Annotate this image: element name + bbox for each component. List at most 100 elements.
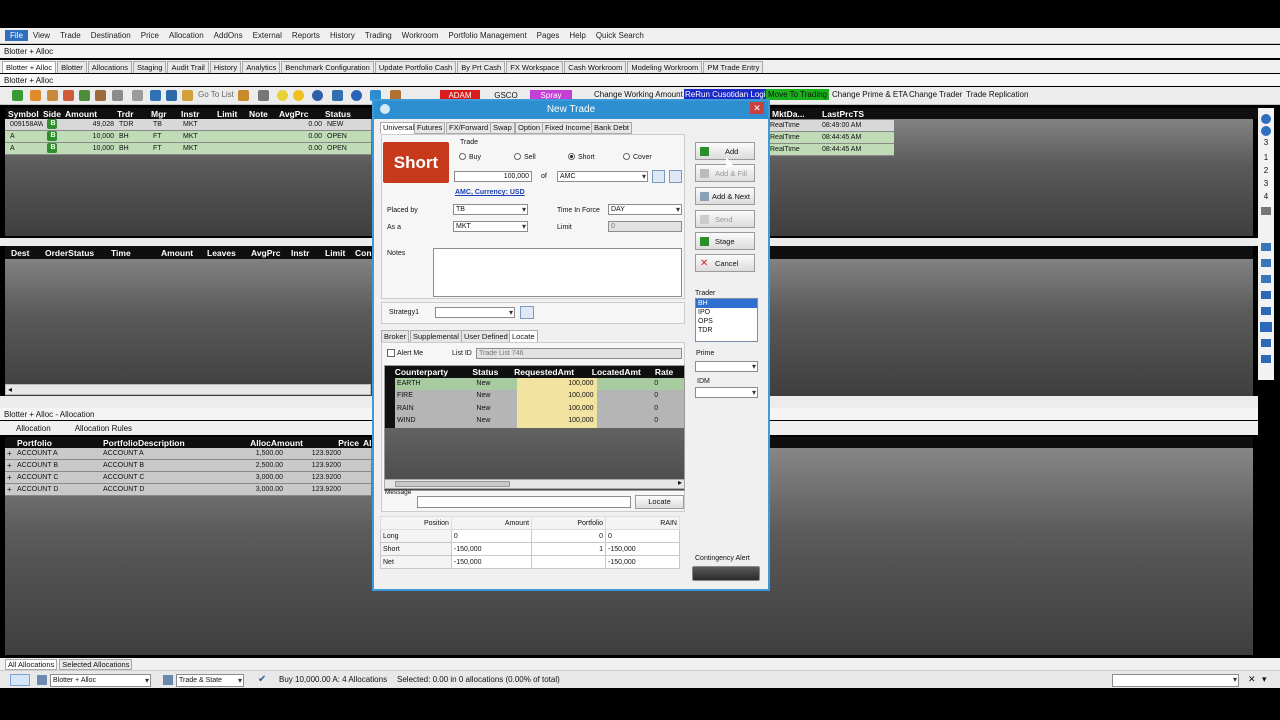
gear-green-icon[interactable] xyxy=(79,90,90,101)
tab-allocation[interactable]: Allocation xyxy=(16,424,51,433)
order-row[interactable]: A B 10,000 BH FT MKT 0.00 OPEN xyxy=(5,130,371,143)
allocation-row[interactable]: + ACCOUNT B ACCOUNT B 2,500.00 123.9200 xyxy=(5,460,371,472)
dialog-tab-universal[interactable]: Universal xyxy=(380,122,418,134)
route-col-limit[interactable]: Limit xyxy=(325,248,355,258)
change-working-amount-button[interactable]: Change Working Amount xyxy=(594,90,683,99)
panel-icon-1[interactable] xyxy=(1261,243,1271,251)
route-col-avgprc[interactable]: AvgPrc xyxy=(251,248,291,258)
locate-row[interactable]: RAIN New 100,000 0 xyxy=(385,402,684,416)
order-row[interactable]: 009158AW B 49,028 TDR TB MKT 0.00 NEW xyxy=(5,118,371,131)
menu-trade[interactable]: Trade xyxy=(55,30,86,41)
go-to-list-button[interactable]: Go To List xyxy=(198,90,234,99)
tab-12[interactable]: Modeling Workroom xyxy=(627,61,703,73)
locate-requested[interactable]: 100,000 xyxy=(517,377,597,390)
expand-icon[interactable]: + xyxy=(5,473,15,482)
alloc-col-portfoliodescription[interactable]: PortfolioDescription xyxy=(103,438,223,448)
move-to-trading-button[interactable]: Move To Trading xyxy=(766,89,829,100)
routes-scrollbar[interactable]: ◂ xyxy=(5,384,371,395)
tab-5[interactable]: History xyxy=(209,61,242,73)
menu-view[interactable]: View xyxy=(28,30,55,41)
tab-0[interactable]: Blotter + Alloc xyxy=(2,61,57,73)
send-button[interactable]: Send xyxy=(695,210,755,228)
locate-button[interactable]: Locate xyxy=(635,495,684,509)
menu-help[interactable]: Help xyxy=(564,30,590,41)
info-icon[interactable] xyxy=(312,90,323,101)
tab-all-allocations[interactable]: All Allocations xyxy=(5,659,58,670)
edit-icon[interactable] xyxy=(258,90,269,101)
trader-option[interactable]: BH xyxy=(696,299,757,308)
locate-col-requestedamt[interactable]: RequestedAmt xyxy=(514,367,592,377)
back-icon[interactable] xyxy=(351,90,362,101)
flower-icon[interactable] xyxy=(63,90,74,101)
panel-icon-2[interactable] xyxy=(1261,259,1271,267)
order-row-right[interactable]: RealTime 08:49:00 AM xyxy=(768,120,894,132)
expand-icon[interactable]: + xyxy=(5,461,15,470)
expand-icon[interactable]: + xyxy=(5,485,15,494)
menu-price[interactable]: Price xyxy=(136,30,164,41)
menu-addons[interactable]: AddOns xyxy=(209,30,248,41)
trader-option[interactable]: OPS xyxy=(696,317,757,326)
close-icon[interactable]: ✕ xyxy=(750,102,764,114)
strategy-select[interactable] xyxy=(435,307,515,318)
dialog-tab-fxforward[interactable]: FX/Forward xyxy=(446,122,492,134)
locate-scrollbar[interactable]: ▸ xyxy=(384,478,685,489)
trader-option[interactable]: IPO xyxy=(696,308,757,317)
locate-requested[interactable]: 100,000 xyxy=(517,402,597,415)
tab-6[interactable]: Analytics xyxy=(242,61,281,73)
menu-history[interactable]: History xyxy=(325,30,360,41)
locate-col-locatedamt[interactable]: LocatedAmt xyxy=(592,367,655,377)
allocation-row[interactable]: + ACCOUNT C ACCOUNT C 3,000.00 123.9200 xyxy=(5,472,371,484)
print-icon[interactable] xyxy=(132,90,143,101)
menu-external[interactable]: External xyxy=(248,30,287,41)
locate-col-rate[interactable]: Rate xyxy=(655,367,684,377)
menu-allocation[interactable]: Allocation xyxy=(164,30,209,41)
level-1[interactable]: 1 xyxy=(1258,153,1274,162)
contingency-alert-button[interactable] xyxy=(692,566,760,581)
locate-requested[interactable]: 100,000 xyxy=(517,390,597,403)
side-radio-buy[interactable]: Buy xyxy=(459,153,481,161)
trader-option[interactable]: TDR xyxy=(696,326,757,335)
refresh-icon[interactable] xyxy=(12,90,23,101)
down-icon[interactable] xyxy=(1261,126,1271,136)
menu-workroom[interactable]: Workroom xyxy=(397,30,444,41)
col-mgr[interactable]: Mgr xyxy=(151,109,181,119)
tab-11[interactable]: Cash Workroom xyxy=(564,61,627,73)
tab-8[interactable]: Update Portfolio Cash xyxy=(374,61,457,73)
tab-7[interactable]: Benchmark Configuration xyxy=(281,61,374,73)
side-radio-cover[interactable]: Cover xyxy=(623,153,652,161)
locate-col-counterparty[interactable]: Counterparty xyxy=(395,367,473,377)
locate-row[interactable]: FIRE New 100,000 0 xyxy=(385,390,684,403)
col-status[interactable]: Status xyxy=(325,109,369,119)
dialog-tab-fixedincome[interactable]: Fixed Income xyxy=(542,122,594,134)
menu-quick-search[interactable]: Quick Search xyxy=(591,30,649,41)
panel-icon-6[interactable] xyxy=(1260,322,1272,332)
bulb-on-icon[interactable] xyxy=(293,90,304,101)
trade-replication-button[interactable]: Trade Replication xyxy=(966,90,1028,99)
col-symbol[interactable]: Symbol xyxy=(8,109,43,119)
idm-select[interactable] xyxy=(695,387,758,398)
route-col-amount[interactable]: Amount xyxy=(161,248,207,258)
tab-allocation-rules[interactable]: Allocation Rules xyxy=(75,424,132,433)
placed-by-select[interactable]: TB xyxy=(453,204,528,215)
tab-9[interactable]: By Prt Cash xyxy=(457,61,506,73)
dialog-tab-option[interactable]: Option xyxy=(515,122,544,134)
route-col-time[interactable]: Time xyxy=(111,248,161,258)
scroll-left-icon[interactable]: ◂ xyxy=(8,385,12,394)
alloc-col-portfolio[interactable]: Portfolio xyxy=(17,438,103,448)
col-side[interactable]: Side xyxy=(43,109,65,119)
mode-select[interactable]: Trade & State xyxy=(176,674,244,687)
menu-trading[interactable]: Trading xyxy=(360,30,397,41)
locate-row[interactable]: WIND New 100,000 0 xyxy=(385,415,684,428)
allocation-row[interactable]: + ACCOUNT D ACCOUNT D 3,000.00 123.9200 xyxy=(5,484,371,496)
level-2[interactable]: 2 xyxy=(1258,166,1274,175)
col-instr[interactable]: Instr xyxy=(181,109,217,119)
tab-3[interactable]: Staging xyxy=(133,61,167,73)
grid-small-icon[interactable] xyxy=(1261,207,1271,215)
grid-icon[interactable] xyxy=(150,90,161,101)
lock-icon[interactable] xyxy=(112,90,123,101)
up-icon[interactable] xyxy=(1261,114,1271,124)
alloc-col-allocamount[interactable]: AllocAmount xyxy=(223,438,307,448)
menu-pages[interactable]: Pages xyxy=(532,30,565,41)
binoculars-icon[interactable] xyxy=(652,170,665,183)
locate-requested[interactable]: 100,000 xyxy=(517,415,597,428)
